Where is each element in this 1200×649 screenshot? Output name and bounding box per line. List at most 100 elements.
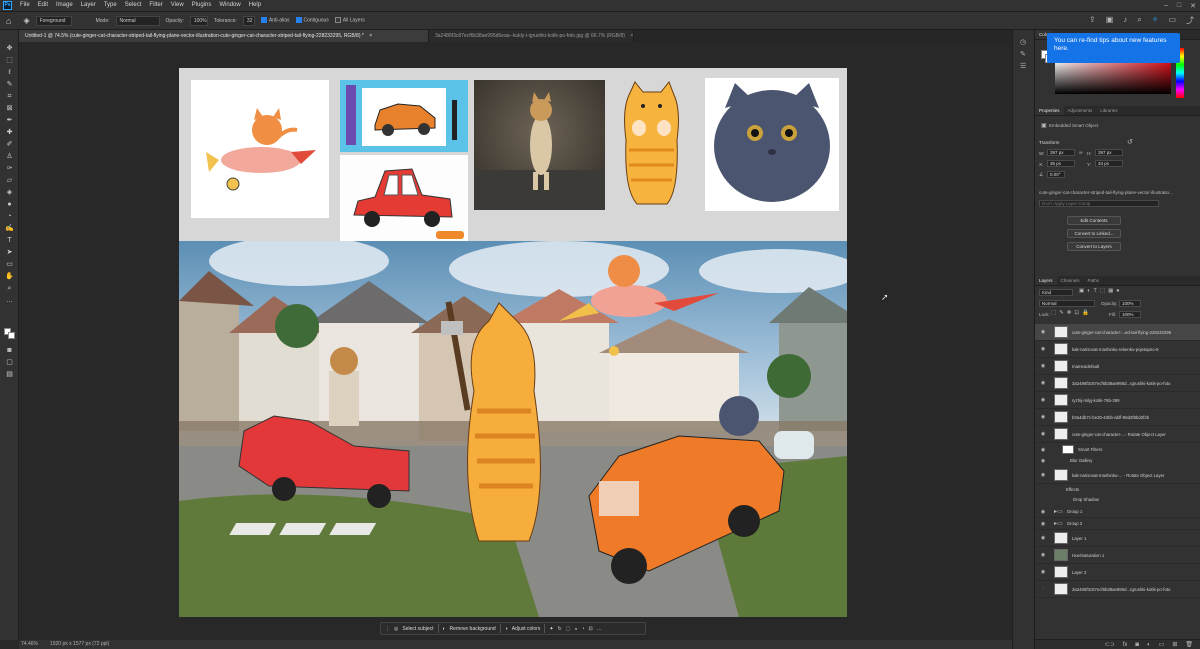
fill-input[interactable]: 100% [1119,311,1141,318]
drag-handle-icon[interactable]: ⋮ [385,626,390,632]
cat-plane-image[interactable] [191,80,329,218]
home-icon[interactable]: ⌂ [6,16,11,26]
eye-icon[interactable]: ◉ [1038,458,1048,464]
paint-bucket-icon[interactable]: ◈ [5,188,14,197]
menu-view[interactable]: View [167,0,188,11]
add-mask-icon[interactable]: ◙ [1135,640,1139,649]
eye-icon[interactable]: ◉ [1038,472,1048,478]
adjustment-icon[interactable]: ◔ [582,626,585,632]
object-selection-tool-icon[interactable]: ✎ [5,80,14,89]
layer-row[interactable]: ◉ 3a2486f3c87ecf6b38ae995d...rgrushki-ko… [1035,375,1200,392]
move-tool-icon[interactable]: ✥ [5,44,14,53]
transform-icon[interactable]: ⬚ [566,626,571,632]
share-icon[interactable]: ⇪ [1089,15,1096,26]
car-drawing-image[interactable] [340,80,468,152]
share-document-icon[interactable]: ⤴ [1186,15,1194,26]
cute-orange-cat-image[interactable] [609,80,694,210]
adjustment-layer-icon[interactable]: ◐ [1147,640,1151,649]
link-layers-icon[interactable]: ⊂⊃ [1105,640,1115,649]
color-picker-field[interactable] [1055,60,1171,94]
layer-kind-filter[interactable]: Kind [1039,289,1073,296]
menu-filter[interactable]: Filter [145,0,166,11]
dodge-tool-icon[interactable]: ◔ [5,212,14,221]
eyedropper-tool-icon[interactable]: ✒ [5,116,14,125]
eye-icon[interactable]: ◉ [1038,380,1048,386]
search-icon[interactable]: ⌕ [1137,15,1141,26]
bell-icon[interactable]: ♪ [1123,15,1127,26]
eraser-tool-icon[interactable]: ▱ [5,176,14,185]
eye-icon[interactable]: ◉ [1038,329,1048,335]
layer-row[interactable]: ◉ mameadefault [1035,358,1200,375]
select-subject-button[interactable]: Select subject [402,626,433,632]
zoom-level[interactable]: 74.46% [21,640,38,649]
menu-select[interactable]: Select [121,0,146,11]
x-input[interactable]: 35 px [1047,160,1075,167]
link-icon[interactable]: ⊡ [589,626,593,632]
brush-settings-icon[interactable]: ✎ [1020,50,1026,58]
menu-help[interactable]: Help [245,0,265,11]
lasso-tool-icon[interactable]: ℓ [5,68,14,77]
convert-to-linked-button[interactable]: Convert to Linked... [1067,229,1121,238]
menu-edit[interactable]: Edit [34,0,52,11]
layer-row[interactable]: ○ 3a2486f3c87ecf6b38ae995d...rgrushki-ko… [1035,581,1200,598]
layer-row[interactable]: ◉ ▸▭ Group 2 [1035,518,1200,530]
tolerance-input[interactable]: 32 [242,15,255,26]
delete-layer-icon[interactable]: 🗑 [1185,640,1193,649]
eye-icon[interactable]: ◉ [1038,521,1048,527]
menu-type[interactable]: Type [100,0,121,11]
red-car-drawing-image[interactable] [340,155,468,241]
tab-paths[interactable]: Paths [1084,276,1104,285]
layer-row[interactable]: ◉ ▸▭ Group 1 [1035,506,1200,518]
convert-to-layers-button[interactable]: Convert to Layers [1067,242,1121,251]
mode-select[interactable]: Normal [115,15,160,26]
filter-icons[interactable]: ▣◐T⬚▦● [1079,288,1123,294]
eye-icon[interactable]: ◉ [1038,431,1048,437]
antialias-option[interactable]: Anti-alias [260,17,290,24]
all-layers-option[interactable]: All Layers [334,17,365,24]
artboard-icon[interactable]: ▤ [5,370,14,379]
screen-mode-icon[interactable]: ▢ [5,358,14,367]
tab-properties[interactable]: Properties [1035,106,1064,115]
type-tool-icon[interactable]: T [5,236,14,245]
layer-row[interactable]: ◉ kak-narisovat-mashinku-... - Rotate Ob… [1035,467,1200,484]
blend-mode-select[interactable]: Normal [1039,300,1095,307]
drop-shadow-row[interactable]: Drop Shadow [1035,494,1200,505]
tab-layers[interactable]: Layers [1035,276,1057,285]
eye-icon[interactable]: ◉ [1038,346,1048,352]
layer-row[interactable]: ◉ kak-narisovat-mashinku-rebenku-pojetap… [1035,341,1200,358]
quick-mask-icon[interactable]: ◙ [5,346,14,355]
options-icon[interactable]: ☰ [1020,62,1026,70]
paint-bucket-tool-icon[interactable]: ◈ [23,16,29,25]
remove-background-button[interactable]: Remove background [450,626,496,632]
eye-icon[interactable]: ◉ [1038,552,1048,558]
lock-icons[interactable]: ⬚✎✥⊡🔒 [1051,310,1092,316]
layer-row[interactable]: ◉ Hue/Saturation 1 [1035,547,1200,564]
menu-plugins[interactable]: Plugins [188,0,216,11]
layer-row[interactable]: ◉ cute-ginger-cat-character-...- Rotate … [1035,426,1200,443]
antialias-checkbox[interactable] [260,17,267,24]
tab-channels[interactable]: Channels [1057,276,1084,285]
layer-row[interactable]: ◉ ryzhij-milyj-kotik-76b-399 [1035,392,1200,409]
y-input[interactable]: 34 px [1095,160,1123,167]
layer-comp-select[interactable]: Don't Apply Layer Comp [1039,200,1159,207]
marquee-tool-icon[interactable]: ⬚ [5,56,14,65]
minimize-icon[interactable]: – [1164,2,1168,9]
layer-row[interactable]: ◉ Layer 1 [1035,530,1200,547]
blur-tool-icon[interactable]: ● [5,200,14,209]
tab-untitled-1[interactable]: Untitled-1 @ 74.5% (cute-ginger-cat-char… [19,30,429,42]
menu-window[interactable]: Window [215,0,244,11]
blur-gallery-row[interactable]: ◉ Blur Gallery [1035,455,1200,466]
eye-icon[interactable]: ◉ [1038,509,1048,515]
link-dimensions-icon[interactable]: ∞ [1079,150,1083,156]
eye-icon[interactable]: ○ [1038,586,1048,592]
clone-stamp-tool-icon[interactable]: ♙ [5,152,14,161]
fx-icon[interactable]: fx [1123,640,1128,649]
contiguous-option[interactable]: Contiguous [295,17,329,24]
document-canvas[interactable] [179,68,847,617]
all-layers-checkbox[interactable] [334,17,341,24]
rectangle-tool-icon[interactable]: ▭ [5,260,14,269]
composite-street-scene[interactable] [179,241,847,617]
layer-row[interactable]: ◉ cute-ginger-cat-character-...ed-tail-f… [1035,324,1200,341]
workspace-icon[interactable]: ▭ [1168,15,1176,26]
brush-tool-icon[interactable]: ✐ [5,140,14,149]
